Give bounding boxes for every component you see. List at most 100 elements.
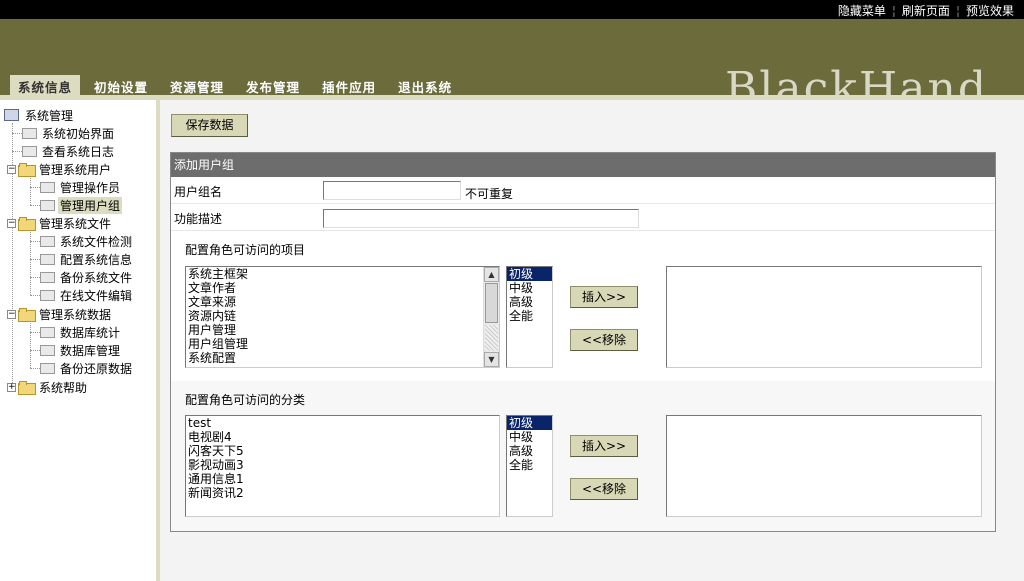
folder-open-icon (18, 308, 36, 322)
tree-item-label[interactable]: 查看系统日志 (40, 143, 116, 160)
tree-item-label[interactable]: 备份系统文件 (58, 269, 134, 286)
tree-item-label[interactable]: 管理用户组 (58, 196, 123, 214)
scroll-thumb[interactable] (485, 283, 498, 323)
list-option[interactable]: 文章作者 (186, 281, 499, 295)
tree-item-label[interactable]: 系统文件检测 (58, 233, 134, 250)
collapse-icon[interactable]: − (7, 164, 16, 174)
list-option[interactable]: 新闻资讯2 (186, 486, 499, 500)
level-option[interactable]: 初级 (507, 267, 552, 281)
add-user-group-panel: 添加用户组 用户组名 不可重复 功能描述 配置角色可访问的项目 系统主框架 文章… (170, 152, 996, 532)
tree-folder-label[interactable]: 系统帮助 (37, 379, 89, 396)
list-option[interactable]: test (186, 416, 499, 430)
tree-item-db-manage[interactable]: 数据库管理 (40, 341, 122, 359)
level-option[interactable]: 中级 (507, 430, 552, 444)
list-option[interactable]: 闪客天下5 (186, 444, 499, 458)
tab-logout[interactable]: 退出系统 (390, 75, 460, 95)
scroll-track[interactable] (485, 325, 498, 351)
folder-closed-icon (18, 381, 36, 395)
list-option[interactable]: 资源内链 (186, 309, 499, 323)
list-option[interactable]: 系统主框架 (186, 267, 499, 281)
tree-item-system-home[interactable]: 系统初始界面 (22, 124, 116, 142)
description-input[interactable] (323, 209, 639, 228)
tree-root-label[interactable]: 系统管理 (23, 107, 75, 124)
group-name-input[interactable] (323, 181, 461, 200)
refresh-page-link[interactable]: 刷新页面 (902, 4, 950, 18)
tree-item-label[interactable]: 配置系统信息 (58, 251, 134, 268)
tree-item-operators[interactable]: 管理操作员 (40, 178, 122, 196)
remove-category-button[interactable]: <<移除 (570, 478, 638, 500)
level-option[interactable]: 中级 (507, 281, 552, 295)
tree-folder-label[interactable]: 管理系统用户 (37, 161, 113, 178)
tree-folder-help[interactable]: + 系统帮助 (7, 378, 89, 396)
list-option[interactable]: 用户管理 (186, 323, 499, 337)
level-option[interactable]: 高级 (507, 444, 552, 458)
computer-icon (4, 109, 19, 121)
tree-connector (30, 241, 40, 242)
level-option[interactable]: 全能 (507, 309, 552, 323)
tree-item-system-log[interactable]: 查看系统日志 (22, 142, 116, 160)
tree-folder-data[interactable]: − 管理系统数据 (7, 305, 113, 323)
list-option[interactable]: 影视动画3 (186, 458, 499, 472)
tree-connector (30, 332, 40, 333)
tree-item-label[interactable]: 备份还原数据 (58, 360, 134, 377)
separator: ¦ (955, 4, 960, 18)
tree-item-label[interactable]: 在线文件编辑 (58, 287, 134, 304)
group-name-note: 不可重复 (465, 187, 514, 201)
tab-system-info[interactable]: 系统信息 (10, 75, 81, 95)
tree-folder-files[interactable]: − 管理系统文件 (7, 214, 113, 232)
preview-link[interactable]: 预览效果 (966, 4, 1014, 18)
tab-plugin-apps[interactable]: 插件应用 (314, 75, 384, 95)
list-option[interactable]: 文章来源 (186, 295, 499, 309)
level-option[interactable]: 全能 (507, 458, 552, 472)
tree-item-label[interactable]: 数据库管理 (58, 342, 122, 359)
tree-folder-label[interactable]: 管理系统数据 (37, 306, 113, 323)
level-option[interactable]: 高级 (507, 295, 552, 309)
selected-items-listbox[interactable] (666, 266, 982, 368)
tree-connector (30, 350, 40, 351)
page-icon (40, 181, 55, 193)
list-option[interactable]: 用户组管理 (186, 337, 499, 351)
expand-icon[interactable]: + (7, 382, 16, 392)
tree-item-label[interactable]: 系统初始界面 (40, 125, 116, 142)
tree-item-backup-files[interactable]: 备份系统文件 (40, 268, 134, 286)
list-option[interactable]: 系统配置 (186, 351, 499, 365)
categories-listbox[interactable]: test 电视剧4 闪客天下5 影视动画3 通用信息1 新闻资讯2 (185, 415, 500, 517)
folder-open-icon (18, 217, 36, 231)
level-option[interactable]: 初级 (507, 416, 552, 430)
save-button[interactable]: 保存数据 (171, 114, 248, 137)
section-items-title: 配置角色可访问的项目 (185, 243, 306, 257)
tree-connector (30, 323, 31, 368)
tree-item-user-groups[interactable]: 管理用户组 (40, 196, 123, 214)
list-option[interactable]: 通用信息1 (186, 472, 499, 486)
tree-item-config-info[interactable]: 配置系统信息 (40, 250, 134, 268)
collapse-icon[interactable]: − (7, 218, 16, 228)
items-listbox[interactable]: 系统主框架 文章作者 文章来源 资源内链 用户管理 用户组管理 系统配置 ▲ ▼ (185, 266, 500, 368)
tab-initial-settings[interactable]: 初始设置 (86, 75, 156, 95)
tree-item-label[interactable]: 管理操作员 (58, 179, 122, 196)
tree-connector (30, 277, 40, 278)
collapse-icon[interactable]: − (7, 309, 16, 319)
insert-category-button[interactable]: 插入>> (570, 435, 638, 457)
tree-item-online-edit[interactable]: 在线文件编辑 (40, 286, 134, 304)
hide-menu-link[interactable]: 隐藏菜单 (838, 4, 886, 18)
category-levels-listbox[interactable]: 初级 中级 高级 全能 (506, 415, 553, 517)
scroll-up-icon[interactable]: ▲ (484, 267, 499, 282)
page-icon (40, 271, 55, 283)
scrollbar[interactable]: ▲ ▼ (483, 267, 499, 367)
tab-resource-management[interactable]: 资源管理 (162, 75, 232, 95)
insert-button[interactable]: 插入>> (570, 286, 638, 308)
tree-item-label[interactable]: 数据库统计 (58, 324, 122, 341)
levels-listbox[interactable]: 初级 中级 高级 全能 (506, 266, 553, 368)
tree-item-db-stats[interactable]: 数据库统计 (40, 323, 122, 341)
tree-folder-users[interactable]: − 管理系统用户 (7, 160, 113, 178)
scroll-down-icon[interactable]: ▼ (484, 352, 499, 367)
list-option[interactable]: 电视剧4 (186, 430, 499, 444)
selected-categories-listbox[interactable] (666, 415, 982, 517)
tree-root[interactable]: 系统管理 (4, 106, 75, 124)
tree-item-file-check[interactable]: 系统文件检测 (40, 232, 134, 250)
tab-publish-management[interactable]: 发布管理 (238, 75, 308, 95)
remove-button[interactable]: <<移除 (570, 329, 638, 351)
page-icon (40, 253, 55, 265)
tree-item-backup-restore[interactable]: 备份还原数据 (40, 359, 134, 377)
tree-folder-label[interactable]: 管理系统文件 (37, 215, 113, 232)
